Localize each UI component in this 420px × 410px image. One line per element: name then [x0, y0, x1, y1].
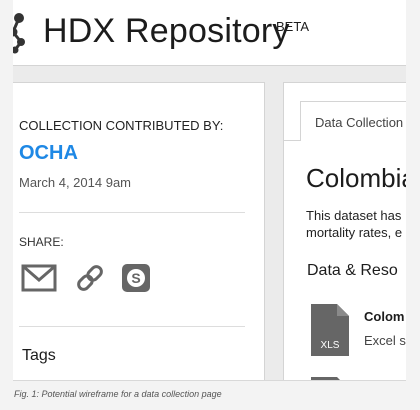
organization-link[interactable]: OCHA	[19, 142, 78, 165]
tab-data-collection[interactable]: Data Collection	[300, 101, 406, 141]
collection-date: March 4, 2014 9am	[19, 175, 132, 190]
resource-type: Excel s	[364, 333, 406, 348]
xls-file-icon[interactable]: XLS	[311, 304, 349, 356]
beta-badge: BETA	[276, 19, 309, 34]
divider	[19, 212, 245, 213]
divider	[19, 326, 245, 327]
wireframe-frame: HDX Repository BETA COLLECTION CONTRIBUT…	[13, 0, 406, 381]
description-line: This dataset has	[306, 208, 402, 223]
svg-text:S: S	[131, 270, 140, 286]
app-header: HDX Repository BETA	[13, 0, 406, 66]
collection-info-panel: COLLECTION CONTRIBUTED BY: OCHA March 4,…	[13, 82, 265, 380]
file-icon[interactable]	[311, 377, 349, 381]
resource-name[interactable]: Colom	[364, 309, 404, 324]
app-title: HDX Repository	[43, 12, 290, 50]
file-format-label: XLS	[321, 340, 340, 351]
network-logo-icon	[13, 13, 25, 54]
skype-icon[interactable]: S	[121, 263, 151, 293]
email-icon[interactable]	[21, 263, 57, 293]
description-line: mortality rates, e	[306, 225, 403, 240]
contributed-by-label: COLLECTION CONTRIBUTED BY:	[19, 118, 224, 133]
dataset-detail-panel: Data Collection Colombia This dataset ha…	[283, 82, 406, 381]
tab-baseline	[284, 140, 300, 141]
resources-heading: Data & Reso	[307, 262, 398, 279]
dataset-title: Colombia	[306, 163, 406, 193]
dataset-description: This dataset has mortality rates, e	[306, 207, 406, 241]
link-icon[interactable]	[75, 263, 105, 293]
share-label: SHARE:	[19, 235, 64, 249]
tags-heading: Tags	[22, 347, 56, 364]
figure-caption: Fig. 1: Potential wireframe for a data c…	[14, 389, 222, 399]
